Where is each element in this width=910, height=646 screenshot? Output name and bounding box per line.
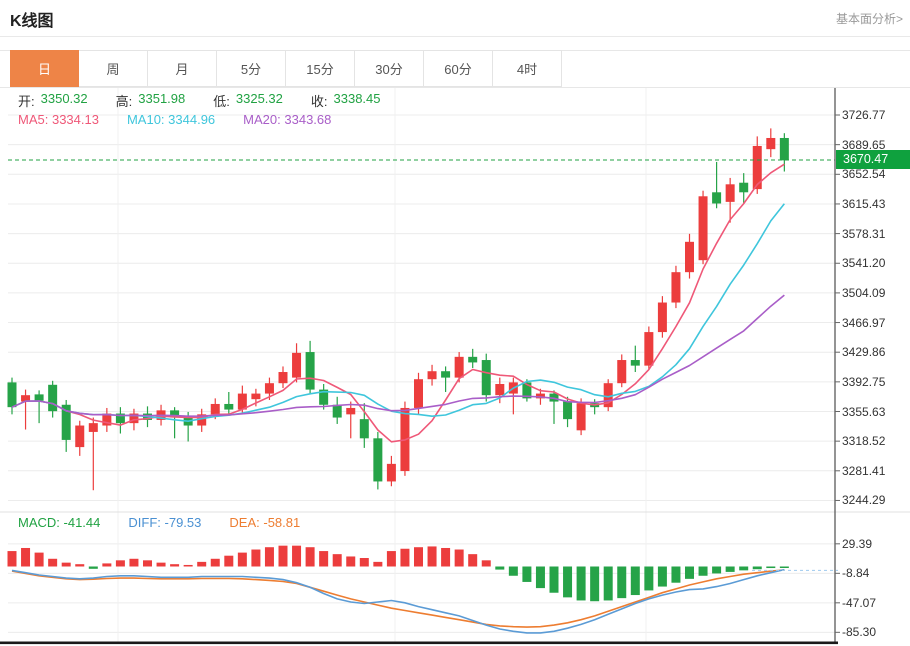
price-axis-tick: 3578.31: [842, 227, 885, 241]
ohlc-legend: 开: 3350.32 高: 3351.98 低: 3325.32 收: 3338…: [18, 91, 381, 110]
open-label: 开:: [18, 91, 35, 110]
macd-axis-tick: -8.84: [842, 566, 869, 580]
ma20-label-value: MA20: 3343.68: [243, 112, 331, 127]
price-axis-tick: 3504.09: [842, 286, 885, 300]
low-label: 低:: [213, 91, 230, 110]
price-axis-tick: 3466.97: [842, 316, 885, 330]
price-axis-tick: 3318.52: [842, 434, 885, 448]
price-axis-tick: 3392.75: [842, 375, 885, 389]
low-value: 3325.32: [236, 91, 283, 110]
high-label: 高:: [116, 91, 133, 110]
diff-label-value: DIFF: -79.53: [128, 515, 201, 530]
price-axis-tick: 3244.29: [842, 493, 885, 507]
macd-axis-tick: 29.39: [842, 537, 872, 551]
high-value: 3351.98: [138, 91, 185, 110]
current-price-badge: 3670.47: [836, 150, 910, 169]
price-axis-tick: 3541.20: [842, 256, 885, 270]
ma5-label-value: MA5: 3334.13: [18, 112, 99, 127]
macd-legend: MACD: -41.44 DIFF: -79.53 DEA: -58.81: [18, 515, 300, 530]
ma-legend: MA5: 3334.13 MA10: 3344.96 MA20: 3343.68: [18, 112, 331, 127]
dea-label-value: DEA: -58.81: [229, 515, 300, 530]
price-axis-tick: 3281.41: [842, 464, 885, 478]
macd-axis-tick: -85.30: [842, 625, 876, 639]
price-axis-tick: 3726.77: [842, 108, 885, 122]
macd-label-value: MACD: -41.44: [18, 515, 100, 530]
ma10-label-value: MA10: 3344.96: [127, 112, 215, 127]
open-value: 3350.32: [41, 91, 88, 110]
price-axis-tick: 3355.63: [842, 405, 885, 419]
close-value: 3338.45: [334, 91, 381, 110]
price-axis-tick: 3615.43: [842, 197, 885, 211]
macd-axis-tick: -47.07: [842, 596, 876, 610]
price-axis-tick: 3429.86: [842, 345, 885, 359]
kline-page: K线图 基本面分析> 日周月5分15分30分60分4时 开: 3350.32 高…: [0, 0, 910, 646]
close-label: 收:: [311, 91, 328, 110]
